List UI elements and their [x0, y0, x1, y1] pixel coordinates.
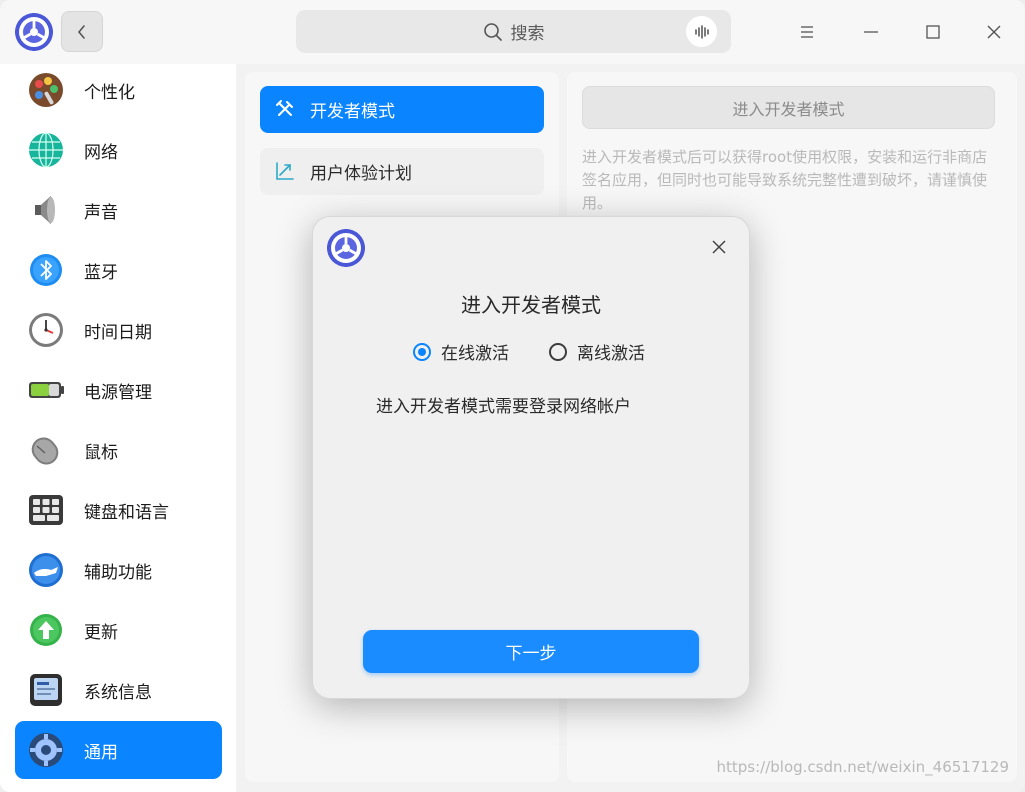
title-bar: 搜索 [0, 0, 1025, 64]
submenu-item-label: 开发者模式 [310, 102, 395, 122]
sidebar-item-personalization[interactable]: 个性化 [15, 61, 222, 119]
maximize-icon [926, 25, 940, 39]
sidebar-item-bluetooth[interactable]: 蓝牙 [15, 241, 222, 299]
accessibility-hand-icon [29, 553, 63, 587]
dialog-title: 进入开发者模式 [461, 293, 601, 317]
minimize-button[interactable] [853, 14, 889, 50]
voice-search-button[interactable] [686, 16, 717, 47]
voice-waveform-icon [694, 24, 709, 39]
watermark-url: https://blog.csdn.net/weixin_46517129 [716, 758, 1009, 776]
sidebar-item-sound[interactable]: 声音 [15, 181, 222, 239]
sidebar-item-label: 个性化 [84, 82, 135, 103]
sidebar-item-label: 蓝牙 [84, 262, 118, 283]
sidebar: 个性化 网络 声音 蓝牙 时间日期 电源管理 鼠标 键盘和语言 辅助功能 更新 … [0, 64, 236, 792]
dialog-message: 进入开发者模式需要登录网络帐户 [376, 397, 631, 417]
sidebar-item-power[interactable]: 电源管理 [15, 361, 222, 419]
radio-offline-activation[interactable]: 离线激活 [549, 339, 645, 364]
sidebar-item-label: 声音 [84, 202, 118, 223]
sidebar-item-label: 时间日期 [84, 322, 152, 343]
radio-label-online: 在线激活 [441, 344, 509, 364]
submenu-item-label: 用户体验计划 [310, 164, 412, 184]
close-icon [712, 240, 726, 254]
sidebar-item-update[interactable]: 更新 [15, 601, 222, 659]
palette-icon [29, 73, 63, 107]
submenu-item-developer-mode[interactable]: 开发者模式 [260, 86, 544, 133]
dialog-close-button[interactable] [707, 235, 731, 259]
clock-icon [29, 313, 63, 347]
sidebar-item-label: 辅助功能 [84, 562, 152, 583]
submenu-item-user-experience[interactable]: 用户体验计划 [260, 148, 544, 195]
radio-button-checked[interactable] [413, 342, 431, 361]
close-window-button[interactable] [976, 14, 1012, 50]
control-center-logo-icon [15, 13, 53, 51]
mouse-icon [31, 437, 59, 465]
speaker-icon [35, 196, 55, 224]
battery-icon [29, 382, 64, 398]
sidebar-item-system-info[interactable]: 系统信息 [15, 661, 222, 719]
next-step-button[interactable]: 下一步 [363, 630, 699, 673]
search-icon [483, 22, 502, 41]
update-arrow-icon [30, 614, 62, 646]
developer-mode-description: 进入开发者模式后可以获得root使用权限，安装和运行非商店签名应用，但同时也可能… [582, 148, 988, 212]
search-input[interactable]: 搜索 [296, 10, 731, 53]
sidebar-item-label: 鼠标 [84, 442, 118, 463]
sidebar-item-label: 键盘和语言 [84, 502, 169, 523]
sidebar-item-mouse[interactable]: 鼠标 [15, 421, 222, 479]
search-placeholder: 搜索 [510, 24, 545, 44]
sidebar-item-datetime[interactable]: 时间日期 [15, 301, 222, 359]
tools-icon [276, 100, 293, 116]
maximize-button[interactable] [915, 14, 951, 50]
chevron-left-icon [77, 24, 85, 39]
sidebar-item-accessibility[interactable]: 辅助功能 [15, 541, 222, 599]
network-globe-icon [29, 132, 63, 168]
hamburger-menu-icon [801, 26, 813, 38]
back-button[interactable] [61, 11, 103, 52]
sidebar-item-label: 网络 [84, 142, 118, 163]
sidebar-item-label: 通用 [84, 742, 118, 763]
sidebar-item-keyboard-language[interactable]: 键盘和语言 [15, 481, 222, 539]
sidebar-item-label: 系统信息 [84, 682, 152, 703]
control-center-window: 搜索 个性化 网络 声音 蓝牙 时间日期 电源管理 鼠标 键盘和语言 辅助功能 … [0, 0, 1025, 792]
radio-button-unchecked[interactable] [549, 342, 567, 361]
general-gear-icon [29, 733, 63, 767]
menu-button[interactable] [789, 14, 825, 50]
system-info-icon [30, 674, 62, 706]
minimize-icon [864, 31, 878, 33]
enter-developer-mode-button[interactable]: 进入开发者模式 [582, 86, 995, 129]
bluetooth-icon [30, 254, 62, 286]
sidebar-item-network[interactable]: 网络 [15, 121, 222, 179]
sidebar-item-label: 电源管理 [84, 382, 152, 403]
keyboard-icon [29, 495, 63, 525]
sidebar-item-label: 更新 [84, 622, 118, 643]
developer-mode-dialog: 进入开发者模式 在线激活 离线激活 进入开发者模式需要登录网络帐户 下一步 [312, 216, 750, 699]
sidebar-item-general[interactable]: 通用 [15, 721, 222, 779]
close-icon [987, 25, 1001, 39]
chart-arrow-icon [276, 162, 294, 180]
radio-online-activation[interactable]: 在线激活 [413, 339, 509, 364]
radio-label-offline: 离线激活 [577, 344, 645, 364]
control-center-logo-icon [327, 229, 365, 267]
